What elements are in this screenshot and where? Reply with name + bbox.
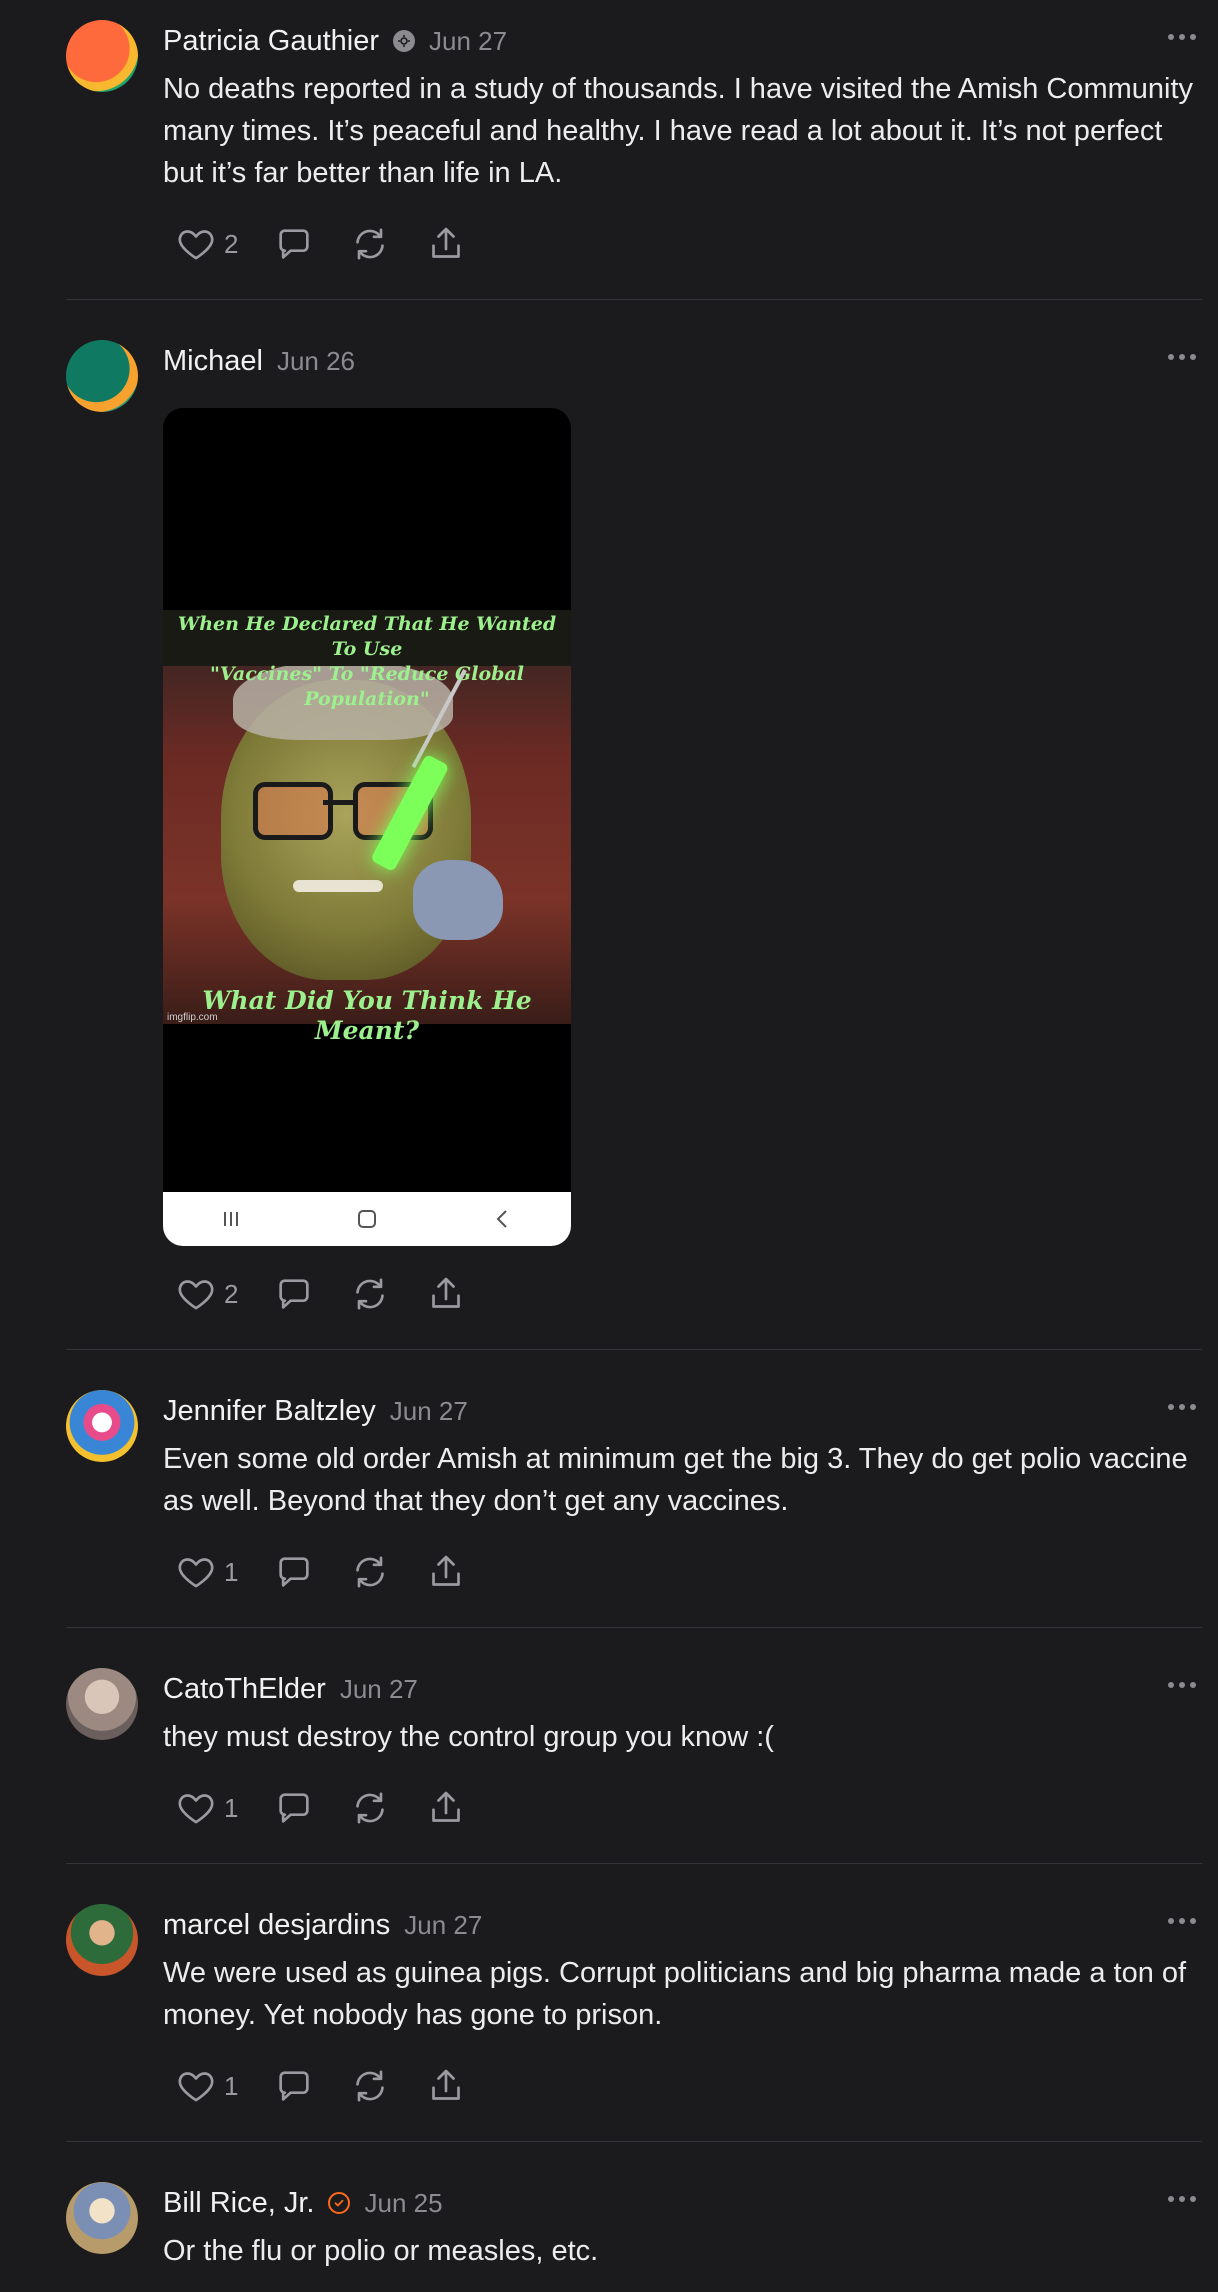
back-icon <box>496 1210 507 1228</box>
restack-icon <box>350 1788 390 1828</box>
share-button[interactable] <box>426 2066 466 2106</box>
author-name[interactable]: Bill Rice, Jr. <box>163 2187 314 2220</box>
like-button[interactable]: 1 <box>176 2066 238 2106</box>
restack-button[interactable] <box>350 2066 390 2106</box>
like-button[interactable]: 2 <box>176 224 238 264</box>
like-count: 1 <box>224 2070 239 2101</box>
avatar[interactable] <box>66 20 138 92</box>
share-button[interactable] <box>426 224 466 264</box>
more-icon[interactable] <box>1168 2196 1196 2206</box>
comment-icon <box>274 224 314 264</box>
comment-icon <box>274 2066 314 2106</box>
heart-icon <box>176 2066 216 2106</box>
comment-button[interactable] <box>274 1788 314 1828</box>
comment-text: Or the flu or polio or measles, etc. <box>163 2235 599 2267</box>
divider <box>66 1863 1202 1864</box>
post-date[interactable]: Jun 27 <box>404 1910 482 1941</box>
comment-icon <box>274 1788 314 1828</box>
comment-post: CatoThElder Jun 27 they must destroy the… <box>66 1668 1202 1838</box>
author-name[interactable]: Patricia Gauthier <box>163 25 379 58</box>
meme-watermark: imgflip.com <box>167 1012 218 1023</box>
phone-nav-bar <box>163 1192 571 1246</box>
share-icon <box>426 1274 466 1314</box>
heart-icon <box>176 1788 216 1828</box>
divider <box>66 299 1202 300</box>
restack-button[interactable] <box>350 1788 390 1828</box>
share-button[interactable] <box>426 1552 466 1592</box>
like-count: 1 <box>224 1792 239 1823</box>
comment-button[interactable] <box>274 1274 314 1314</box>
post-image[interactable]: When He Declared That He Wanted To Use "… <box>163 408 571 1246</box>
restack-button[interactable] <box>350 1552 390 1592</box>
comment-button[interactable] <box>274 224 314 264</box>
meme-bottom-caption: What Did You Think He Meant? <box>202 986 532 1045</box>
like-count: 1 <box>224 1556 239 1587</box>
divider <box>66 1349 1202 1350</box>
heart-icon <box>176 1552 216 1592</box>
comment-text: Even some old order Amish at minimum get… <box>163 1443 1188 1517</box>
restack-button[interactable] <box>350 1274 390 1314</box>
restack-button[interactable] <box>350 224 390 264</box>
restack-icon <box>350 2066 390 2106</box>
comment-icon <box>274 1274 314 1314</box>
share-icon <box>426 224 466 264</box>
heart-icon <box>176 1274 216 1314</box>
more-icon[interactable] <box>1168 34 1196 44</box>
share-icon <box>426 1552 466 1592</box>
more-icon[interactable] <box>1168 1918 1196 1928</box>
avatar[interactable] <box>66 1390 138 1462</box>
more-icon[interactable] <box>1168 1682 1196 1692</box>
post-date[interactable]: Jun 27 <box>390 1396 468 1427</box>
post-date[interactable]: Jun 25 <box>364 2188 442 2219</box>
heart-icon <box>176 224 216 264</box>
comment-button[interactable] <box>274 2066 314 2106</box>
restack-icon <box>350 224 390 264</box>
comment-post: Michael Jun 26 When He Declared That He … <box>66 340 1202 1320</box>
like-button[interactable]: 1 <box>176 1552 238 1592</box>
more-icon[interactable] <box>1168 354 1196 364</box>
like-count: 2 <box>224 1278 239 1309</box>
more-icon[interactable] <box>1168 1404 1196 1414</box>
avatar[interactable] <box>66 1668 138 1740</box>
share-button[interactable] <box>426 1274 466 1314</box>
divider <box>66 2141 1202 2142</box>
like-button[interactable]: 1 <box>176 1788 238 1828</box>
post-date[interactable]: Jun 27 <box>429 26 507 57</box>
comment-icon <box>274 1552 314 1592</box>
subscriber-badge-icon <box>393 30 415 52</box>
comment-text: No deaths reported in a study of thousan… <box>163 73 1194 189</box>
restack-icon <box>350 1552 390 1592</box>
avatar[interactable] <box>66 340 138 412</box>
post-date[interactable]: Jun 26 <box>277 346 355 377</box>
author-name[interactable]: Michael <box>163 345 263 378</box>
share-button[interactable] <box>426 1788 466 1828</box>
divider <box>66 1627 1202 1628</box>
avatar[interactable] <box>66 1904 138 1976</box>
comment-text: they must destroy the control group you … <box>163 1721 774 1753</box>
comment-post: Bill Rice, Jr. Jun 25 Or the flu or poli… <box>66 2182 1202 2292</box>
like-count: 2 <box>224 228 239 259</box>
post-date[interactable]: Jun 27 <box>340 1674 418 1705</box>
like-button[interactable]: 2 <box>176 1274 238 1314</box>
author-name[interactable]: Jennifer Baltzley <box>163 1395 376 1428</box>
share-icon <box>426 2066 466 2106</box>
recent-apps-icon <box>224 1212 238 1226</box>
restack-icon <box>350 1274 390 1314</box>
comment-button[interactable] <box>274 1552 314 1592</box>
verified-badge-icon <box>328 2192 351 2214</box>
share-icon <box>426 1788 466 1828</box>
avatar[interactable] <box>66 2182 138 2254</box>
comment-text: We were used as guinea pigs. Corrupt pol… <box>163 1957 1187 2031</box>
comment-post: marcel desjardins Jun 27 We were used as… <box>66 1904 1202 2124</box>
author-name[interactable]: marcel desjardins <box>163 1909 390 1942</box>
author-name[interactable]: CatoThElder <box>163 1673 326 1706</box>
comment-post: Patricia Gauthier Jun 27 No deaths repor… <box>66 20 1202 270</box>
meme-top-caption: When He Declared That He Wanted To Use "… <box>163 610 571 710</box>
home-icon <box>358 1210 376 1228</box>
comment-post: Jennifer Baltzley Jun 27 Even some old o… <box>66 1390 1202 1610</box>
